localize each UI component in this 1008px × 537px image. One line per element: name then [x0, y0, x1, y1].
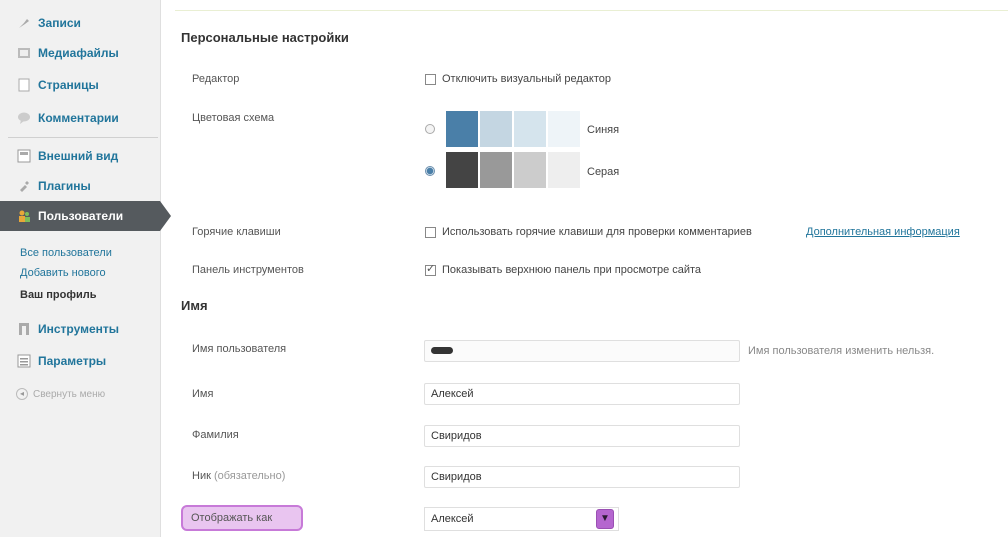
menu-separator [8, 137, 158, 138]
editor-label: Редактор [192, 73, 240, 85]
sidebar-item-plugins[interactable]: Плагины [0, 171, 160, 201]
top-divider [175, 10, 1008, 11]
settings-icon [16, 353, 32, 369]
scheme-blue-name: Синяя [587, 124, 620, 136]
lastname-field[interactable]: Свиридов [424, 425, 740, 447]
scheme-blue-radio[interactable] [425, 124, 435, 134]
submenu-add-new[interactable]: Добавить нового [20, 267, 106, 279]
submenu-all-users[interactable]: Все пользователи [20, 247, 112, 259]
display-as-value: Алексей [431, 513, 474, 525]
sidebar-item-label: Внешний вид [38, 149, 119, 163]
scheme-swatch [446, 152, 478, 188]
display-as-select[interactable]: Алексей ▼ [424, 507, 619, 531]
nickname-label: Ник (обязательно) [192, 470, 285, 482]
sidebar-item-tools[interactable]: Инструменты [0, 314, 160, 344]
media-icon [16, 45, 32, 61]
sidebar-item-posts[interactable]: Записи [0, 8, 160, 38]
display-as-label: Отображать как [181, 505, 303, 531]
collapse-menu-button[interactable]: ◂ Свернуть меню [16, 388, 105, 400]
username-note: Имя пользователя изменить нельзя. [748, 345, 935, 357]
sidebar-item-label: Инструменты [38, 322, 120, 336]
nickname-field[interactable]: Свиридов [424, 466, 740, 488]
sidebar-item-label: Страницы [38, 78, 99, 92]
sidebar-item-label: Комментарии [38, 111, 119, 125]
pages-icon [16, 77, 32, 93]
hotkeys-label: Горячие клавиши [192, 226, 281, 238]
users-icon [16, 208, 32, 224]
toolbar-label: Панель инструментов [192, 264, 304, 276]
sidebar-item-comments[interactable]: Комментарии [0, 103, 160, 133]
nickname-label-text: Ник [192, 470, 211, 482]
name-heading: Имя [181, 298, 208, 313]
username-redacted [431, 347, 453, 354]
appearance-icon [16, 148, 32, 164]
disable-visual-editor-text: Отключить визуальный редактор [442, 73, 612, 85]
sidebar-item-pages[interactable]: Страницы [0, 70, 160, 100]
plugins-icon [16, 178, 32, 194]
sidebar-item-label: Плагины [38, 179, 91, 193]
scheme-swatch [548, 152, 580, 188]
sidebar-item-label: Медиафайлы [38, 46, 119, 60]
hotkeys-more-info-link[interactable]: Дополнительная информация [806, 226, 960, 238]
sidebar-item-label: Пользователи [38, 209, 124, 223]
sidebar-item-settings[interactable]: Параметры [0, 346, 160, 376]
lastname-label: Фамилия [192, 429, 239, 441]
collapse-menu-label: Свернуть меню [33, 388, 106, 400]
username-label: Имя пользователя [192, 343, 287, 355]
comments-icon [16, 110, 32, 126]
hotkeys-checkbox[interactable] [425, 227, 436, 238]
chevron-down-icon[interactable]: ▼ [596, 509, 614, 529]
scheme-swatch [480, 111, 512, 147]
submenu-your-profile[interactable]: Ваш профиль [20, 289, 97, 301]
show-toolbar-text: Показывать верхнюю панель при просмотре … [442, 264, 702, 276]
scheme-gray-name: Серая [587, 166, 620, 178]
sidebar-item-users[interactable]: Пользователи [0, 201, 171, 231]
sidebar-item-label: Параметры [38, 354, 107, 368]
personal-settings-heading: Персональные настройки [181, 30, 349, 45]
sidebar-item-label: Записи [38, 16, 81, 30]
scheme-swatch [446, 111, 478, 147]
color-scheme-label: Цветовая схема [192, 112, 275, 124]
sidebar-item-media[interactable]: Медиафайлы [0, 38, 160, 68]
scheme-gray-radio[interactable] [425, 166, 435, 176]
show-toolbar-checkbox[interactable] [425, 262, 436, 276]
scheme-swatch [514, 111, 546, 147]
scheme-swatch [480, 152, 512, 188]
collapse-arrow-icon: ◂ [16, 388, 28, 400]
tools-icon [16, 321, 32, 337]
disable-visual-editor-checkbox[interactable] [425, 74, 436, 85]
admin-sidebar: Записи Медиафайлы Страницы Комментарии В… [0, 0, 171, 537]
username-field [424, 340, 740, 362]
firstname-field[interactable]: Алексей [424, 383, 740, 405]
sidebar-item-appearance[interactable]: Внешний вид [0, 141, 160, 171]
pin-icon [16, 15, 32, 31]
hotkeys-text: Использовать горячие клавиши для проверк… [442, 226, 752, 238]
nickname-required-note: (обязательно) [213, 470, 286, 482]
scheme-swatch [548, 111, 580, 147]
firstname-label: Имя [192, 388, 214, 400]
active-indicator [160, 201, 171, 231]
scheme-swatch [514, 152, 546, 188]
